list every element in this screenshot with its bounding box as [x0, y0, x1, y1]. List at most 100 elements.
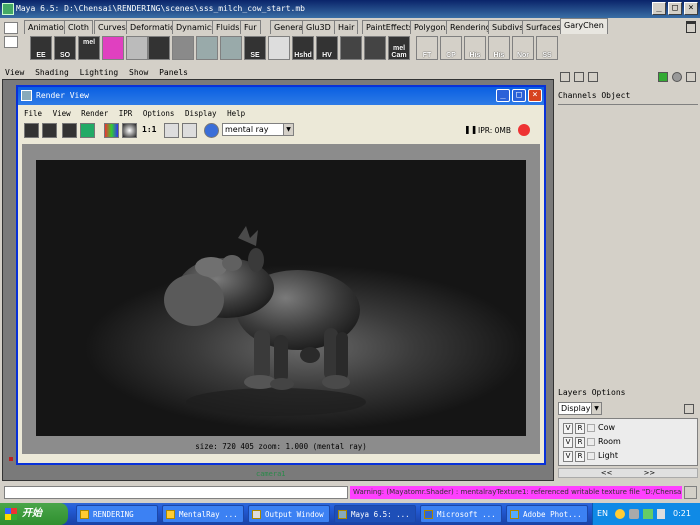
- layer-color-swatch[interactable]: [587, 423, 595, 432]
- shelf-button-mel[interactable]: mel: [78, 36, 100, 60]
- maximize-button[interactable]: □: [668, 2, 682, 15]
- new-layer-icon[interactable]: [684, 404, 694, 414]
- render-view-canvas[interactable]: [22, 144, 540, 440]
- tab-hair[interactable]: Hair: [334, 20, 359, 34]
- keep-image-icon[interactable]: [164, 123, 179, 138]
- tab-fluids[interactable]: Fluids: [212, 20, 244, 34]
- alpha-channel-icon[interactable]: [122, 123, 137, 138]
- minimize-button[interactable]: _: [652, 2, 666, 15]
- layer-editor-toggle-icon[interactable]: [574, 72, 584, 82]
- attribute-editor-toggle-icon[interactable]: [588, 72, 598, 82]
- tab-cloth[interactable]: Cloth: [64, 20, 93, 34]
- tab-painteffects[interactable]: PaintEffects: [362, 20, 417, 34]
- layer-render-toggle[interactable]: R: [575, 451, 585, 462]
- shelf-button-cp[interactable]: CP: [440, 36, 462, 60]
- close-button[interactable]: ×: [684, 2, 698, 15]
- shelf-button-his-a[interactable]: His: [464, 36, 486, 60]
- renderer-dropdown[interactable]: mental ray ▼: [222, 123, 294, 136]
- rv-menu-ipr[interactable]: IPR: [119, 109, 133, 118]
- layer-row-light[interactable]: V R Light: [563, 450, 618, 462]
- shelf-button-figure[interactable]: [268, 36, 290, 60]
- real-size-button[interactable]: 1:1: [142, 125, 156, 134]
- shelf-button-script-b[interactable]: [148, 36, 170, 60]
- script-editor-icon[interactable]: [684, 486, 697, 499]
- rv-menu-view[interactable]: View: [53, 109, 71, 118]
- snapshot-icon[interactable]: [62, 123, 77, 138]
- clock[interactable]: 0:21: [673, 503, 691, 525]
- redo-render-icon[interactable]: [24, 123, 39, 138]
- rv-menu-options[interactable]: Options: [143, 109, 175, 118]
- shelf-button-paint[interactable]: [102, 36, 124, 60]
- tab-glu3d[interactable]: Glu3D: [302, 20, 335, 34]
- object-menu[interactable]: Object: [601, 91, 630, 100]
- layer-row-cow[interactable]: V R Cow: [563, 422, 615, 434]
- taskbar-item-output-window[interactable]: Output Window: [248, 505, 330, 523]
- layer-display-dropdown[interactable]: Display ▼: [558, 402, 602, 415]
- taskbar-item-photoshop[interactable]: Adobe Phot...: [506, 505, 588, 523]
- pause-icon[interactable]: ❚❚: [464, 125, 477, 134]
- render-view-maximize-button[interactable]: □: [512, 89, 526, 102]
- taskbar-item-rendering[interactable]: RENDERING: [76, 505, 158, 523]
- shelf-button-script-a[interactable]: [126, 36, 148, 60]
- viewport-menu-panels[interactable]: Panels: [159, 68, 188, 77]
- remove-image-icon[interactable]: [182, 123, 197, 138]
- refresh-ipr-icon[interactable]: [80, 123, 95, 138]
- taskbar-item-mentalray[interactable]: MentalRay ...: [162, 505, 244, 523]
- layer-visibility-toggle[interactable]: V: [563, 451, 573, 462]
- tab-surfaces[interactable]: Surfaces: [522, 20, 565, 34]
- shelf-button-his-b[interactable]: His: [488, 36, 510, 60]
- shapes-icon[interactable]: [658, 72, 668, 82]
- language-indicator[interactable]: EN: [597, 503, 608, 525]
- shelf-tabs-toggle-icon[interactable]: [4, 36, 18, 48]
- layer-render-toggle[interactable]: R: [575, 423, 585, 434]
- rv-menu-help[interactable]: Help: [227, 109, 245, 118]
- layer-color-swatch[interactable]: [587, 437, 595, 446]
- tab-garychen[interactable]: GaryChen: [560, 18, 608, 34]
- shelf-button-hypergraph-a[interactable]: [196, 36, 218, 60]
- shelf-button-ss[interactable]: SS: [536, 36, 558, 60]
- options-menu-item[interactable]: Options: [592, 388, 626, 397]
- ipr-icon[interactable]: [518, 124, 530, 136]
- rv-menu-render[interactable]: Render: [81, 109, 108, 118]
- rv-menu-file[interactable]: File: [24, 109, 42, 118]
- trash-icon[interactable]: [686, 21, 696, 33]
- rv-menu-display[interactable]: Display: [185, 109, 217, 118]
- render-view-minimize-button[interactable]: _: [496, 89, 510, 102]
- start-button[interactable]: 开始: [0, 503, 68, 525]
- viewport-menu-shading[interactable]: Shading: [35, 68, 69, 77]
- shelf-button-hv[interactable]: HV: [316, 36, 338, 60]
- shelf-button-ee[interactable]: EE: [30, 36, 52, 60]
- shelf-button-so[interactable]: SO: [54, 36, 76, 60]
- channel-box-toggle-icon[interactable]: [560, 72, 570, 82]
- shelf-button-nor[interactable]: Nor: [512, 36, 534, 60]
- renderer-icon[interactable]: [204, 123, 219, 138]
- render-view-close-button[interactable]: ×: [528, 89, 542, 102]
- taskbar-item-microsoft[interactable]: Microsoft ...: [420, 505, 502, 523]
- volume-icon[interactable]: [657, 509, 665, 519]
- render-region-icon[interactable]: [42, 123, 57, 138]
- viewport-menu-lighting[interactable]: Lighting: [80, 68, 119, 77]
- tab-fur[interactable]: Fur: [240, 20, 261, 34]
- layer-row-room[interactable]: V R Room: [563, 436, 621, 448]
- tray-icon-c[interactable]: [643, 509, 653, 519]
- shelf-button-hshd[interactable]: Hshd: [292, 36, 314, 60]
- shelf-button-ft[interactable]: FT: [416, 36, 438, 60]
- layer-render-toggle[interactable]: R: [575, 437, 585, 448]
- shelf-button-se[interactable]: SE: [244, 36, 266, 60]
- shelf-button-render-b[interactable]: [364, 36, 386, 60]
- shelf-button-graph[interactable]: [172, 36, 194, 60]
- command-line-input[interactable]: [4, 486, 348, 499]
- sphere-icon[interactable]: [672, 72, 682, 82]
- layer-visibility-toggle[interactable]: V: [563, 423, 573, 434]
- layers-menu-item[interactable]: Layers: [558, 388, 587, 397]
- tray-icon-a[interactable]: [615, 509, 625, 519]
- channels-menu[interactable]: Channels: [558, 91, 597, 100]
- layer-scrollbar[interactable]: << >>: [558, 468, 698, 478]
- layer-color-swatch[interactable]: [587, 451, 595, 460]
- shelf-button-hypergraph-b[interactable]: [220, 36, 242, 60]
- viewport-menu-view[interactable]: View: [5, 68, 24, 77]
- taskbar-item-maya[interactable]: Maya 6.5: ...: [334, 505, 416, 523]
- shelf-button-render-a[interactable]: [340, 36, 362, 60]
- render-view-title-bar[interactable]: Render View _ □ ×: [18, 87, 544, 105]
- rgb-channel-icon[interactable]: [104, 123, 119, 138]
